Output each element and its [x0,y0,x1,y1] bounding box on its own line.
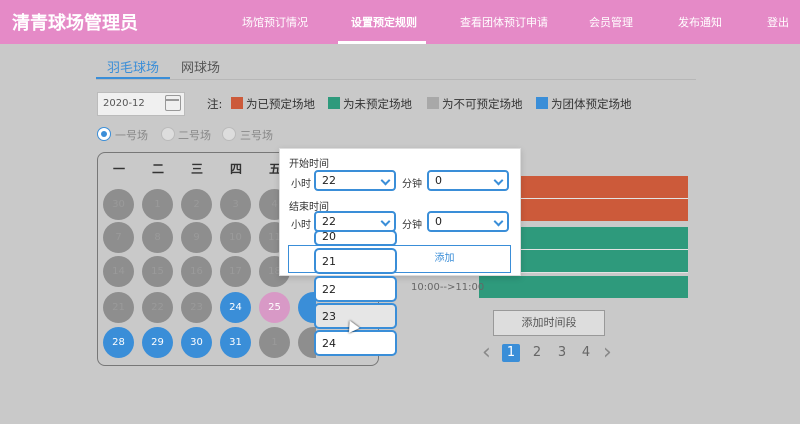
calendar-day[interactable]: 23 [181,292,212,323]
tab-tennis[interactable]: 网球场 [181,57,220,76]
calendar-day[interactable]: 2 [181,189,212,220]
end-hour-value: 22 [322,215,336,228]
calendar-day-group[interactable]: 29 [142,327,173,358]
chevron-down-icon [493,216,504,227]
calendar-icon[interactable] [165,95,181,111]
calendar-day-group[interactable]: 28 [103,327,134,358]
nav-booking-rules[interactable]: 设置预定规则 [351,14,417,30]
end-minute-value: 0 [435,215,442,228]
calendar-day[interactable]: 7 [103,222,134,253]
court-radio-2[interactable] [161,127,175,141]
tab-divider [96,79,696,80]
weekday-mon: 一 [113,162,126,176]
hour-option[interactable]: 22 [314,276,397,302]
legend-prefix: 注: [207,97,223,111]
legend-group: 为团体预定场地 [551,97,632,111]
nav-group-requests[interactable]: 查看团体预订申请 [460,14,548,30]
nav-member-management[interactable]: 会员管理 [589,14,633,30]
end-minute-select[interactable]: 0 [427,211,509,232]
end-minute-label: 分钟 [402,220,422,231]
start-minute-value: 0 [435,174,442,187]
calendar-day[interactable]: 30 [103,189,134,220]
nav-logout[interactable]: 登出 [767,14,789,30]
add-confirm-label: 添加 [434,253,455,264]
calendar-day-group[interactable]: 24 [220,292,251,323]
calendar-day[interactable]: 1 [142,189,173,220]
calendar-day[interactable]: 1 [259,327,290,358]
calendar-day-group[interactable]: 31 [220,327,251,358]
legend-swatch-available [328,97,340,109]
start-hour-select[interactable]: 22 [314,170,396,191]
legend-booked: 为已预定场地 [246,97,315,111]
legend-swatch-unavailable [427,97,439,109]
start-hour-value: 22 [322,174,336,187]
calendar-day[interactable]: 21 [103,292,134,323]
calendar-day-group[interactable]: 30 [181,327,212,358]
chevron-down-icon [380,216,391,227]
legend-swatch-booked [231,97,243,109]
court-label-2: 二号场 [178,129,211,142]
prev-page-icon[interactable]: ‹ [482,342,491,364]
nav-venue-bookings[interactable]: 场馆预订情况 [242,14,308,30]
start-minute-select[interactable]: 0 [427,170,509,191]
slot-bar-available[interactable] [479,276,688,298]
hour-option[interactable]: 24 [314,330,397,356]
page-4[interactable]: 4 [577,344,595,362]
end-hour-label: 小时 [291,220,311,231]
calendar-day[interactable]: 15 [142,256,173,287]
court-label-1: 一号场 [115,129,148,142]
court-radio-3[interactable] [222,127,236,141]
tab-active-indicator [96,77,170,79]
page-2[interactable]: 2 [528,344,546,362]
next-page-icon[interactable]: › [603,342,612,364]
page-3[interactable]: 3 [553,344,571,362]
weekday-wed: 三 [191,162,204,176]
start-time-title: 开始时间 [289,159,329,170]
chevron-down-icon [380,175,391,186]
end-hour-select[interactable]: 22 [314,211,396,232]
hour-option[interactable]: 20 [314,230,397,246]
start-hour-label: 小时 [291,179,311,190]
calendar-day[interactable]: 14 [103,256,134,287]
nav-publish-notice[interactable]: 发布通知 [678,14,722,30]
calendar-day[interactable]: 3 [220,189,251,220]
weekday-tue: 二 [152,162,165,176]
slot-time-label: 10:00-->11:00 [411,282,485,293]
weekday-thu: 四 [230,162,243,176]
calendar-day[interactable]: 9 [181,222,212,253]
hour-option[interactable]: 21 [314,248,397,274]
calendar-day[interactable]: 10 [220,222,251,253]
court-radio-1[interactable] [97,127,111,141]
calendar-day[interactable]: 17 [220,256,251,287]
app-title: 清青球场管理员 [12,13,138,34]
legend-available: 为未预定场地 [343,97,412,111]
page-1[interactable]: 1 [502,344,520,362]
calendar-day[interactable]: 22 [142,292,173,323]
chevron-down-icon [493,175,504,186]
court-label-3: 三号场 [240,129,273,142]
calendar-day[interactable]: 16 [181,256,212,287]
calendar-day[interactable]: 8 [142,222,173,253]
calendar-day-today[interactable]: 25 [259,292,290,323]
legend-unavailable: 为不可预定场地 [442,97,523,111]
start-minute-label: 分钟 [402,179,422,190]
tab-badminton[interactable]: 羽毛球场 [107,57,159,76]
legend-swatch-group [536,97,548,109]
add-time-slot-button[interactable]: 添加时间段 [493,310,605,336]
